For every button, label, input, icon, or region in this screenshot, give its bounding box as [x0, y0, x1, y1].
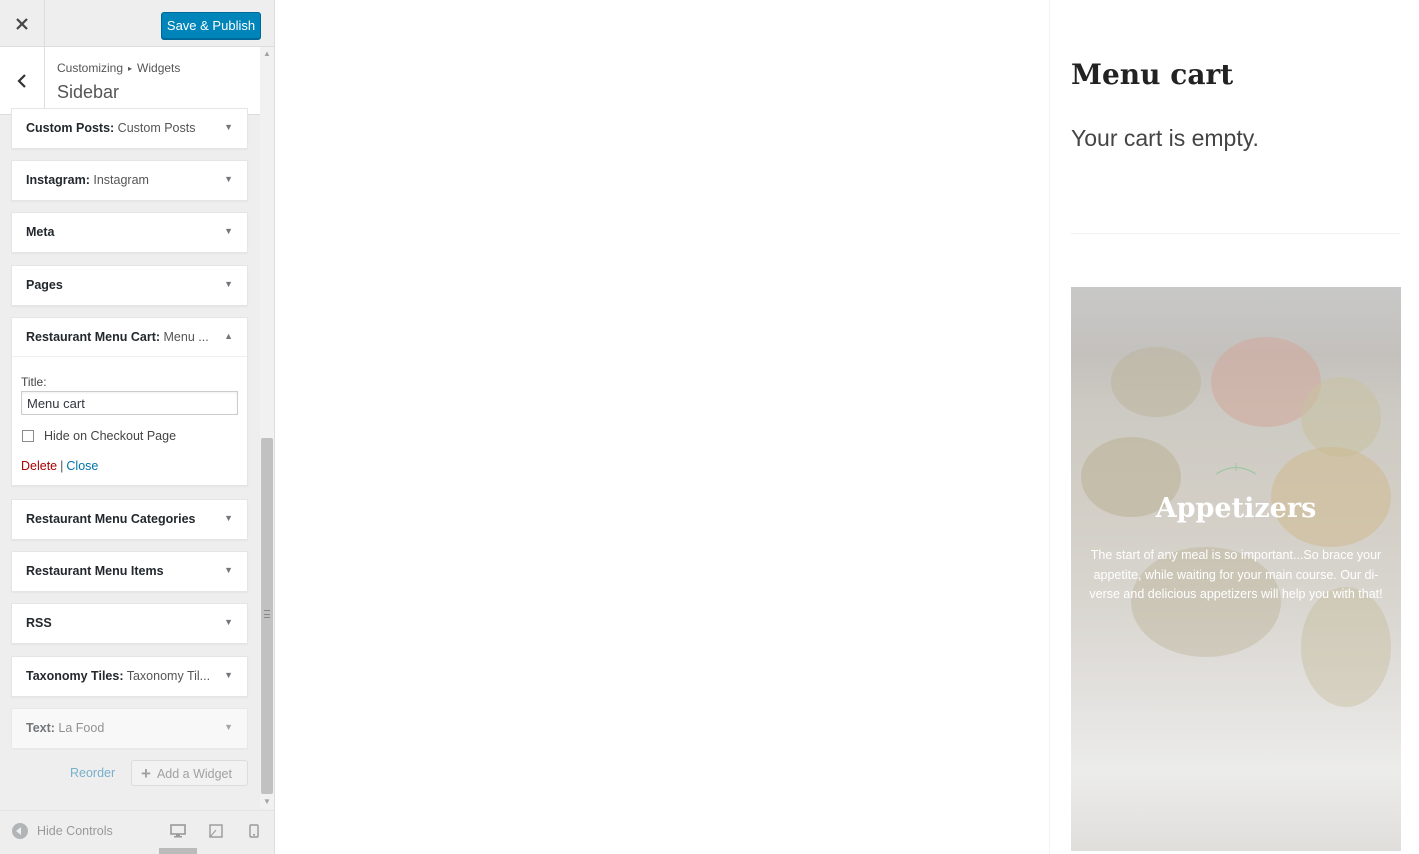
expand-arrow-icon[interactable]: ▼	[224, 552, 233, 589]
expand-arrow-icon[interactable]: ▼	[224, 109, 233, 146]
desktop-icon[interactable]	[170, 824, 186, 838]
close-icon	[16, 17, 28, 30]
expand-arrow-icon[interactable]: ▼	[224, 161, 233, 198]
widget-title: La Food	[54, 721, 105, 735]
widget-name: Taxonomy Tiles:	[26, 669, 124, 683]
expand-arrow-icon[interactable]: ▼	[224, 500, 233, 537]
divider	[1071, 233, 1400, 234]
widget-header[interactable]: Text: La Food ▼	[12, 709, 247, 748]
widget-header[interactable]: Pages ▼	[12, 266, 247, 305]
appetizers-tile[interactable]: Appetizers The start of any meal is so i…	[1071, 287, 1401, 851]
title-input[interactable]	[21, 391, 238, 415]
widget-header[interactable]: Restaurant Menu Items ▼	[12, 552, 247, 591]
close-link[interactable]: Close	[66, 459, 98, 473]
hide-checkout-label: Hide on Checkout Page	[44, 429, 177, 443]
widget-custom-posts[interactable]: Custom Posts: Custom Posts ▼	[11, 108, 248, 149]
plus-icon: +	[141, 764, 151, 783]
widget-name: Restaurant Menu Categories	[26, 512, 196, 526]
tile-title: Appetizers	[1155, 493, 1317, 524]
add-widget-button[interactable]: + Add a Widget	[131, 760, 248, 786]
hide-checkout-row: Hide on Checkout Page	[21, 429, 238, 443]
widget-header[interactable]: Restaurant Menu Cart: Menu ... ▲	[12, 318, 247, 357]
widget-name: Instagram:	[26, 173, 90, 187]
widget-name: Custom Posts:	[26, 121, 115, 135]
scroll-down-arrow-icon[interactable]: ▼	[260, 795, 274, 809]
breadcrumb-child: Widgets	[137, 61, 181, 75]
hide-controls-label: Hide Controls	[37, 824, 113, 838]
widget-taxonomy-tiles[interactable]: Taxonomy Tiles: Taxonomy Til... ▼	[11, 656, 248, 697]
widget-form: Title: Hide on Checkout Page Delete|Clos…	[12, 357, 247, 485]
reorder-link[interactable]: Reorder	[70, 766, 115, 780]
hide-controls-button[interactable]: Hide Controls	[12, 823, 113, 839]
widget-title: Menu ...	[160, 330, 209, 344]
expand-arrow-icon[interactable]: ▼	[224, 709, 233, 746]
chevron-left-icon	[17, 73, 26, 88]
expand-arrow-icon[interactable]: ▼	[224, 657, 233, 694]
back-button[interactable]	[0, 47, 45, 114]
widget-name: Text:	[26, 721, 55, 735]
widget-actions: Delete | Close	[21, 459, 238, 473]
collapse-icon	[12, 823, 28, 839]
customizer-sidebar: Save & Publish Customizing ▸ Widgets Sideb…	[0, 0, 275, 854]
widget-header[interactable]: Custom Posts: Custom Posts ▼	[12, 109, 247, 148]
breadcrumb-parent: Customizing	[57, 61, 124, 75]
breadcrumb: Customizing ▸ Widgets	[57, 61, 180, 75]
widget-title: Instagram	[89, 173, 149, 187]
collapse-arrow-icon[interactable]: ▲	[224, 318, 233, 355]
widget-restaurant-menu-categories[interactable]: Restaurant Menu Categories ▼	[11, 499, 248, 540]
widget-instagram[interactable]: Instagram: Instagram ▼	[11, 160, 248, 201]
widget-meta[interactable]: Meta ▼	[11, 212, 248, 253]
widget-restaurant-menu-cart[interactable]: Restaurant Menu Cart: Menu ... ▲ Title: …	[11, 317, 248, 486]
expand-arrow-icon[interactable]: ▼	[224, 266, 233, 303]
widget-restaurant-menu-items[interactable]: Restaurant Menu Items ▼	[11, 551, 248, 592]
customizer-topbar: Save & Publish	[0, 0, 274, 47]
menu-cart-heading: Menu cart	[1071, 58, 1234, 91]
widget-footer-actions: Reorder + Add a Widget	[0, 760, 260, 788]
action-separator: |	[60, 459, 64, 473]
expand-arrow-icon[interactable]: ▼	[224, 213, 233, 250]
widget-header[interactable]: Instagram: Instagram ▼	[12, 161, 247, 200]
widget-pages[interactable]: Pages ▼	[11, 265, 248, 306]
scroll-up-arrow-icon[interactable]: ▲	[260, 47, 274, 61]
scrollbar-thumb[interactable]	[261, 438, 273, 794]
widget-header[interactable]: RSS ▼	[12, 604, 247, 643]
tile-description: The start of any meal is so important...…	[1089, 548, 1383, 601]
mobile-icon[interactable]	[249, 824, 259, 838]
save-publish-button[interactable]: Save & Publish	[161, 12, 261, 39]
widget-name: RSS	[26, 616, 52, 630]
widget-header[interactable]: Taxonomy Tiles: Taxonomy Til... ▼	[12, 657, 247, 696]
section-title: Sidebar	[57, 82, 120, 102]
widget-name: Meta	[26, 225, 55, 239]
widget-header[interactable]: Meta ▼	[12, 213, 247, 252]
tablet-icon[interactable]	[209, 824, 223, 838]
widget-rss[interactable]: RSS ▼	[11, 603, 248, 644]
widget-name: Pages	[26, 278, 63, 292]
cart-empty-message: Your cart is empty.	[1071, 125, 1259, 151]
active-device-indicator	[159, 848, 197, 854]
breadcrumb-separator: ▸	[128, 64, 133, 73]
widget-name: Restaurant Menu Items	[26, 564, 164, 578]
title-label: Title:	[21, 375, 47, 389]
add-widget-label: Add a Widget	[156, 767, 232, 781]
leaf-ornament-icon	[1215, 463, 1257, 475]
customizer-footer: Hide Controls	[0, 810, 274, 854]
hide-checkout-checkbox[interactable]	[22, 430, 34, 442]
section-header: Customizing ▸ Widgets Sidebar	[0, 47, 260, 115]
widget-title: Custom Posts	[114, 121, 196, 135]
grip-icon	[264, 610, 270, 618]
widget-title: Taxonomy Til...	[123, 669, 211, 683]
expand-arrow-icon[interactable]: ▼	[224, 604, 233, 641]
widget-name: Restaurant Menu Cart:	[26, 330, 161, 344]
widget-header[interactable]: Restaurant Menu Categories ▼	[12, 500, 247, 539]
delete-link[interactable]: Delete	[21, 459, 57, 473]
site-preview: Menu cart Your cart is empty. Appetizers…	[275, 0, 1419, 854]
close-customizer-button[interactable]	[0, 0, 45, 47]
widget-text[interactable]: Text: La Food ▼	[11, 708, 248, 749]
sidebar-scrollbar[interactable]: ▲ ▼	[260, 47, 274, 809]
